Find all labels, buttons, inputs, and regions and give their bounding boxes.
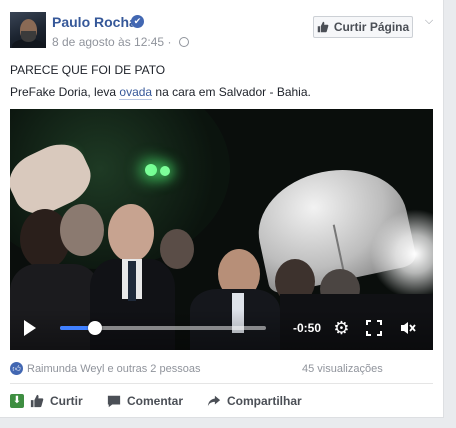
mute-icon[interactable] (399, 319, 417, 337)
post-text-hashtag-link[interactable]: ovada (119, 85, 153, 100)
like-page-label: Curtir Página (333, 20, 410, 34)
play-icon[interactable] (24, 320, 36, 336)
reactors-text[interactable]: Raimunda Weyl e outras 2 pessoas (27, 363, 200, 375)
avatar[interactable] (10, 12, 46, 48)
like-reaction-icon: 👍︎ (10, 362, 23, 375)
share-icon (207, 395, 221, 407)
meta-separator: · (167, 35, 172, 49)
video-player[interactable]: -0:50 ⚙ (10, 109, 433, 350)
progress-bar[interactable] (60, 321, 266, 335)
time-remaining: -0:50 (293, 321, 322, 335)
like-page-button[interactable]: Curtir Página (313, 16, 413, 38)
share-button[interactable]: Compartilhar (207, 384, 302, 418)
post-card: Paulo Rocha ✔ 8 de agosto às 12:45 · Cur… (0, 0, 444, 418)
action-bar: ⬇ Curtir Comentar Compartilhar (0, 384, 444, 418)
comment-icon (107, 395, 121, 408)
comment-button[interactable]: Comentar (107, 384, 183, 418)
post-meta: 8 de agosto às 12:45 · (52, 35, 189, 49)
post-text-suffix: na cara em Salvador - Bahia. (152, 85, 311, 99)
gear-icon[interactable]: ⚙ (332, 319, 351, 338)
extension-icon[interactable]: ⬇ (10, 394, 24, 408)
progress-handle[interactable] (88, 321, 103, 335)
post-text-line-2: PreFake Doria, leva ovada na cara em Sal… (10, 85, 311, 100)
comment-label: Comentar (127, 394, 184, 408)
post-stats: 👍︎ Raimunda Weyl e outras 2 pessoas 45 v… (10, 361, 433, 377)
like-label: Curtir (50, 394, 83, 408)
globe-icon (178, 37, 189, 47)
video-controls: -0:50 ⚙ (10, 309, 433, 350)
fullscreen-icon[interactable] (366, 320, 382, 336)
share-label: Compartilhar (227, 394, 302, 408)
post-text-line-1: PARECE QUE FOI DE PATO (10, 63, 166, 77)
like-button[interactable]: Curtir (30, 384, 83, 418)
thumbs-up-icon (30, 394, 44, 408)
verified-badge-icon: ✔ (131, 15, 144, 28)
thumbs-up-icon (317, 21, 329, 33)
post-timestamp[interactable]: 8 de agosto às 12:45 (52, 35, 164, 49)
chevron-down-icon[interactable]: ⌵ (422, 15, 436, 29)
author-name[interactable]: Paulo Rocha (52, 14, 137, 30)
post-text-prefix: PreFake Doria, leva (10, 85, 120, 99)
views-count: 45 visualizações (302, 363, 383, 375)
